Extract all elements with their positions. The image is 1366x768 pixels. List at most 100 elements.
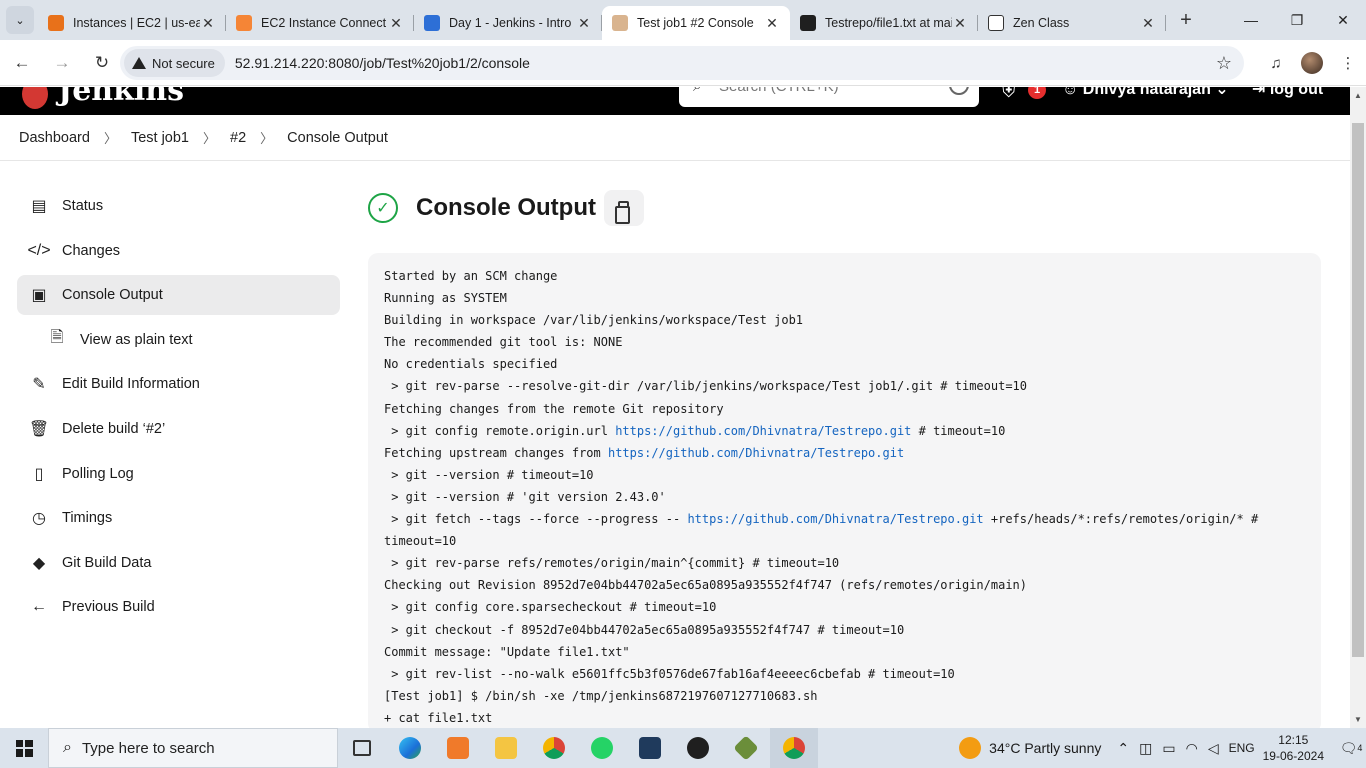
sidebar-item-status[interactable]: ▤ Status [17,186,340,226]
breadcrumb-console[interactable]: Console Output [287,130,388,146]
sidebar-item-git-build-data[interactable]: ◆ Git Build Data [17,543,340,583]
whatsapp-icon[interactable] [578,728,626,768]
scroll-down-icon[interactable]: ▼ [1354,715,1362,724]
scroll-up-icon[interactable]: ▲ [1354,91,1362,100]
status-icon: ▤ [31,198,47,215]
url-text[interactable]: 52.91.214.220:8080/job/Test%20job1/2/con… [235,55,530,71]
browser-tab[interactable]: Day 1 - Jenkins - Intro ✕ [414,6,602,40]
network-icon[interactable]: ◫ [1139,740,1152,757]
sidebar-item-previous-build[interactable]: ← Previous Build [17,587,340,627]
browser-tab[interactable]: Instances | EC2 | us-east ✕ [38,6,226,40]
sidebar-item-label: Status [62,198,104,214]
task-view-icon[interactable] [338,728,386,768]
reload-icon: ↻ [94,52,110,72]
back-button[interactable]: ← [4,45,40,81]
taskbar-search-input[interactable]: ⌕ Type here to search [48,728,338,768]
chevron-up-icon[interactable]: ⌃ [1117,740,1129,757]
console-link[interactable]: https://github.com/Dhivnatra/Testrepo.gi… [608,446,904,460]
console-line: Commit message: "Update file1.txt" [384,641,1305,663]
github-icon[interactable] [674,728,722,768]
toolbar-right: ♫ ⋮ [1258,40,1366,86]
user-menu[interactable]: ☺ Dhivya natarajan ⌄ [1062,87,1229,99]
tab-close-icon[interactable]: ✕ [576,15,592,32]
media-player-icon[interactable] [434,728,482,768]
media-control-icon[interactable]: ♫ [1258,55,1294,72]
search-icon: ⌕ [693,87,701,95]
profile-avatar[interactable] [1294,52,1330,74]
window-controls: — ❐ ✕ [1228,0,1366,40]
volume-icon[interactable]: ◁ [1208,740,1219,757]
jenkins-logo-text[interactable]: Jenkins [58,87,184,108]
console-text: > git fetch --tags --force --progress -- [384,512,688,527]
tab-search-button[interactable]: ⌄ [6,6,34,34]
close-window-button[interactable]: ✕ [1320,0,1366,40]
sidebar-item-label: Polling Log [62,465,134,482]
tab-close-icon[interactable]: ✕ [388,15,404,32]
sidebar-item-polling-log[interactable]: ▯ Polling Log [17,454,340,494]
sidebar-item-changes[interactable]: </> Changes [17,231,340,271]
security-chip[interactable]: Not secure [124,49,225,77]
new-tab-button[interactable]: + [1172,6,1200,34]
tab-close-icon[interactable]: ✕ [200,15,216,32]
breadcrumb-job[interactable]: Test job1 [131,130,189,146]
chrome-active-icon[interactable] [770,728,818,768]
weather-icon[interactable] [959,737,982,759]
breadcrumb-build[interactable]: #2 [230,130,246,146]
jenkins-logo-icon[interactable] [22,87,48,109]
menu-kebab-icon[interactable]: ⋮ [1330,54,1366,72]
weather-text[interactable]: 34°C Partly sunny [989,740,1101,756]
notification-center-button[interactable]: 🗨 4 [1336,728,1366,768]
powershell-icon[interactable] [626,728,674,768]
browser-tab[interactable]: Testrepo/file1.txt at main ✕ [790,6,978,40]
git-icon: ◆ [32,554,46,572]
browser-toolbar: ← → ↻ Not secure 52.91.214.220:8080/job/… [0,40,1366,86]
tab-favicon-icon [800,15,816,31]
sidebar-item-timings[interactable]: ◷ Timings [17,498,340,538]
start-button[interactable] [0,728,48,768]
sidebar-item-label: Git Build Data [62,554,152,571]
clock[interactable]: 12:15 19-06-2024 [1263,732,1324,764]
maximize-button[interactable]: ❐ [1274,0,1320,40]
bookmark-star-icon[interactable]: ☆ [1216,53,1232,74]
tab-close-icon[interactable]: ✕ [764,15,780,32]
chevron-right-icon: 〉 [103,131,117,146]
logout-link[interactable]: ⇥ log out [1252,87,1323,99]
minimize-button[interactable]: — [1228,0,1274,40]
wifi-icon[interactable]: ◠ [1186,740,1198,757]
scrollbar-thumb[interactable] [1352,123,1364,657]
sidebar-item-console-output[interactable]: ▣ Console Output [17,275,340,316]
sidebar-item-edit-build-info[interactable]: ✎ Edit Build Information [17,364,340,404]
notification-badge[interactable]: 1 [1028,87,1046,99]
sidebar-item-view-plain-text[interactable]: 🗎 View as plain text [17,320,340,360]
battery-icon[interactable]: ▭ [1162,740,1175,757]
browser-tab[interactable]: EC2 Instance Connect ✕ [226,6,414,40]
console-link[interactable]: https://github.com/Dhivnatra/Testrepo.gi… [615,424,911,438]
page-scrollbar[interactable]: ▲ ▼ [1350,87,1366,728]
console-line: > git config core.sparsecheckout # timeo… [384,596,1305,618]
file-explorer-icon[interactable] [482,728,530,768]
jenkins-search-input[interactable]: ⌕ Search (CTRL+K) [679,87,979,107]
address-bar[interactable]: Not secure 52.91.214.220:8080/job/Test%2… [120,46,1244,80]
sidebar-item-delete-build[interactable]: 🗑 Delete build ‘#2’ [17,409,340,449]
security-shield-icon[interactable]: ⛨ [1002,87,1016,102]
terminal-icon: ▣ [31,287,47,305]
forward-button[interactable]: → [44,45,80,81]
tab-close-icon[interactable]: ✕ [1140,15,1156,32]
console-link[interactable]: https://github.com/Dhivnatra/Testrepo.gi… [687,512,983,526]
git-app-icon[interactable] [722,728,770,768]
copy-button[interactable] [603,190,644,226]
search-placeholder: Search (CTRL+K) [719,87,839,95]
browser-tab[interactable]: Test job1 #2 Console ✕ [602,6,790,40]
console-line: No credentials specified [384,353,1305,375]
edge-icon[interactable] [386,728,434,768]
chrome-icon[interactable] [530,728,578,768]
tab-close-icon[interactable]: ✕ [952,15,968,32]
help-icon[interactable] [949,87,969,95]
breadcrumb-dashboard[interactable]: Dashboard [19,130,90,146]
language-indicator[interactable]: ENG [1229,741,1255,755]
tab-title: Testrepo/file1.txt at main [825,16,952,30]
reload-button[interactable]: ↻ [84,45,120,81]
code-icon: </> [27,241,51,259]
taskbar-search-placeholder: Type here to search [81,739,215,757]
browser-tab[interactable]: Zen Class ✕ [978,6,1166,40]
